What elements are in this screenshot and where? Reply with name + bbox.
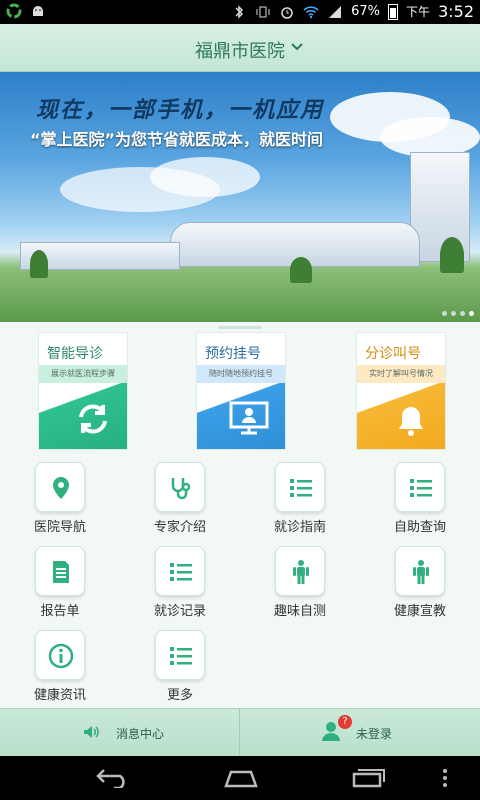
menu-item-label: 自助查询 [393,520,446,535]
carousel-dot [460,311,465,316]
cloud [150,157,260,197]
login-badge: ? [338,715,352,729]
title-bar: 福鼎市医院 [0,24,480,72]
menu-item-label: 就诊指南 [273,520,326,535]
app-notification-icon [6,3,22,19]
battery-percent: 67% [351,4,381,19]
card-queue[interactable]: 分诊叫号 实时了解叫号情况 [356,332,446,450]
menu-item-health-news[interactable]: 健康资讯 [20,630,100,703]
battery-icon [388,3,399,20]
menu-item-label: 趣味自测 [273,604,326,619]
card-subtitle: 随时随地预约挂号 [197,365,285,383]
promo-banner[interactable]: 现在，一部手机，一机应用 “掌上医院”为您节省就医成本，就医时间 [0,72,480,322]
carousel-dot [469,311,474,316]
menu-item-self-query[interactable]: 自助查询 [380,462,460,535]
chevron-down-icon[interactable] [290,40,304,56]
section-handle [218,326,262,329]
recent-apps-icon[interactable] [352,766,386,792]
tree [440,237,464,273]
back-icon[interactable] [96,766,130,792]
menu-item-expert-intro[interactable]: 专家介绍 [140,462,220,535]
card-appointment[interactable]: 预约挂号 随时随地预约挂号 [196,332,286,450]
card-banner [197,383,285,449]
card-subtitle: 实时了解叫号情况 [357,365,445,383]
list-icon [155,546,205,596]
menu-item-report[interactable]: 报告单 [20,546,100,619]
banner-subtitle: “掌上医院”为您节省就医成本，就医时间 [30,130,324,149]
message-center-button[interactable]: 消息中心 [0,709,240,757]
android-icon [30,3,46,19]
menu-item-label: 专家介绍 [153,520,206,535]
speaker-icon [82,723,100,745]
stethoscope-icon [155,462,205,512]
menu-item-label: 健康宣教 [393,604,446,619]
bluetooth-icon [231,4,247,20]
menu-item-label: 就诊记录 [153,604,206,619]
menu-item-label: 医院导航 [33,520,86,535]
home-icon[interactable] [222,766,260,792]
vibrate-icon [255,4,271,20]
list-icon [155,630,205,680]
refresh-icon [79,404,107,434]
cloud [380,117,480,157]
carousel-dot [451,311,456,316]
hospital-selector[interactable]: 福鼎市医院 [0,37,480,63]
menu-item-health-education[interactable]: 健康宣教 [380,546,460,619]
system-nav-bar [0,756,480,800]
card-smart-guide[interactable]: 智能导诊 展示就医流程步骤 [38,332,128,450]
bottom-bar: 消息中心 ? 未登录 [0,708,480,757]
overflow-menu-icon[interactable] [442,768,448,792]
menu-item-self-test[interactable]: 趣味自测 [260,546,340,619]
info-icon [35,630,85,680]
carousel-indicator [442,311,474,316]
card-title: 分诊叫号 [365,346,421,362]
menu-item-visit-records[interactable]: 就诊记录 [140,546,220,619]
document-icon [35,546,85,596]
menu-item-label: 更多 [166,688,193,703]
monitor-user-icon [229,401,269,435]
card-banner [39,383,127,449]
wifi-icon [303,4,319,20]
signal-icon [327,4,343,20]
status-bar: 67% 下午 3:52 [0,0,480,24]
message-center-label: 消息中心 [116,727,165,741]
menu-item-label: 健康资讯 [33,688,86,703]
human-body-icon [395,546,445,596]
login-status-label: 未登录 [356,727,393,741]
login-button[interactable]: ? 未登录 [240,709,480,757]
location-pin-icon [35,462,85,512]
alarm-icon [279,4,295,20]
page-title: 福鼎市医院 [195,41,285,62]
tree [290,257,312,283]
card-banner [357,383,445,449]
list-icon [275,462,325,512]
menu-item-hospital-navigation[interactable]: 医院导航 [20,462,100,535]
clock: 3:52 [438,2,474,21]
carousel-dot [442,311,447,316]
banner-slogan: 现在，一部手机，一机应用 [36,97,325,123]
menu-item-label: 报告单 [40,604,80,619]
menu-item-visit-guide[interactable]: 就诊指南 [260,462,340,535]
menu-item-more[interactable]: 更多 [140,630,220,703]
human-body-icon [275,546,325,596]
bell-icon [399,407,423,436]
time-ampm: 下午 [406,5,431,19]
card-subtitle: 展示就医流程步骤 [39,365,127,383]
tree [30,250,48,278]
card-title: 预约挂号 [205,346,261,362]
list-icon [395,462,445,512]
card-title: 智能导诊 [47,346,103,362]
